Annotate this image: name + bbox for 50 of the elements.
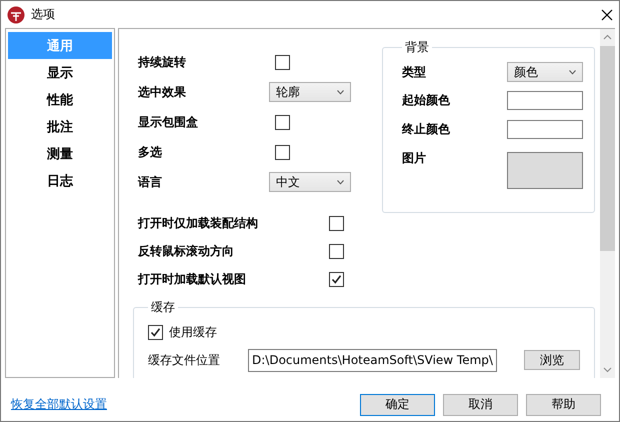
option-label: 持续旋转 [138,54,187,70]
checkmark-icon [150,326,161,338]
option-label: 打开时加载默认视图 [138,270,247,288]
checkbox-label: 使用缓存 [169,324,217,340]
field-label: 终止颜色 [402,121,452,138]
option-label: 语言 [138,174,163,190]
dialog-button[interactable]: 帮助 [526,394,601,416]
caret-icon [337,180,344,184]
group-title: 背景 [404,39,430,56]
dropdown[interactable]: 颜色 [507,62,583,82]
app-logo-icon [7,6,25,24]
sidebar-item[interactable]: 显示 [8,59,112,86]
color-field[interactable] [507,91,583,110]
field-label: 类型 [402,64,428,80]
checkbox[interactable] [148,324,163,340]
caret-icon [569,70,576,74]
close-icon[interactable] [601,8,613,20]
checkbox[interactable] [329,272,344,286]
browse-button[interactable]: 浏览 [524,350,580,370]
color-field[interactable] [507,120,583,139]
image-field[interactable] [507,152,583,189]
option-label: 反转鼠标滚动方向 [138,242,235,260]
checkmark-icon [331,274,342,284]
path-input[interactable]: D:\Documents\HoteamSoft\SView Temp\ [248,348,498,372]
field-label: 图片 [402,150,428,167]
dialog-button[interactable]: 取消 [443,394,518,416]
sidebar-item[interactable]: 测量 [8,140,112,167]
option-label: 选中效果 [138,84,187,100]
checkbox[interactable] [275,54,290,70]
group-title: 缓存 [150,299,176,316]
checkbox[interactable] [275,114,290,130]
field-label: 起始颜色 [402,92,452,109]
sidebar-item[interactable]: 性能 [8,86,112,113]
dropdown[interactable]: 轮廓 [269,82,351,102]
checkbox[interactable] [275,144,290,160]
dropdown[interactable]: 中文 [269,172,351,192]
field-label: 缓存文件位置 [148,352,220,368]
caret-icon [337,90,344,94]
scrollbar[interactable] [600,29,615,378]
dialog-button[interactable]: 确定 [360,394,435,416]
checkbox[interactable] [329,244,344,258]
window-title: 选项 [31,6,56,23]
sidebar-item[interactable]: 日志 [8,167,112,194]
reset-link[interactable]: 恢复全部默认设置 [11,396,352,413]
sidebar-item[interactable]: 批注 [8,113,112,140]
scroll-thumb[interactable] [600,46,615,251]
option-label: 显示包围盒 [138,114,199,130]
option-label: 打开时仅加载装配结构 [138,214,259,232]
checkbox[interactable] [329,216,344,230]
option-label: 多选 [138,144,163,160]
